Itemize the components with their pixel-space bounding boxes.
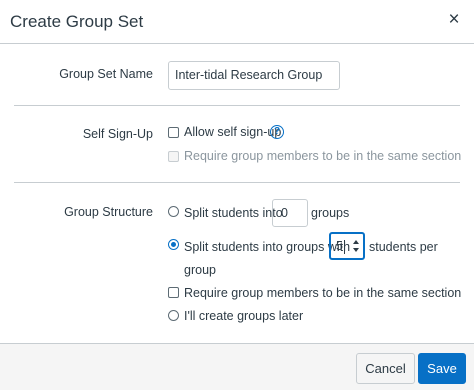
- group-count-value: 0: [281, 206, 288, 220]
- stepper-arrows[interactable]: [353, 238, 360, 254]
- create-later-radio[interactable]: [168, 310, 179, 321]
- groups-suffix-label: groups: [311, 206, 350, 220]
- group-size-stepper[interactable]: 5: [329, 232, 365, 260]
- cancel-button[interactable]: Cancel: [356, 353, 415, 384]
- group-set-name-label: Group Set Name: [59, 67, 153, 81]
- group-set-name-input[interactable]: Inter-tidal Research Group: [168, 61, 340, 90]
- close-icon[interactable]: ×: [447, 10, 461, 29]
- group-suffix-label: group: [184, 263, 216, 277]
- students-per-label: students per: [369, 240, 438, 254]
- allow-self-signup-label[interactable]: Allow self sign-up: [184, 125, 281, 139]
- create-later-label[interactable]: I'll create groups later: [184, 309, 303, 323]
- split-with-label: Split students into groups with: [184, 240, 351, 254]
- allow-self-signup-checkbox[interactable]: [168, 127, 179, 138]
- save-button[interactable]: Save: [418, 353, 466, 384]
- require-section-signup-checkbox: [168, 151, 179, 162]
- self-signup-label: Self Sign-Up: [82, 127, 153, 141]
- require-section-signup-label: Require group members to be in the same …: [184, 149, 462, 163]
- text-caret: [343, 239, 345, 254]
- chevron-down-icon[interactable]: [353, 248, 359, 252]
- divider: [14, 182, 460, 183]
- group-size-value: 5: [336, 239, 343, 253]
- chevron-up-icon[interactable]: [353, 240, 359, 244]
- divider: [14, 105, 460, 106]
- require-section-structure-checkbox[interactable]: [168, 287, 179, 298]
- help-circle-icon[interactable]: ?: [270, 125, 284, 139]
- group-count-input[interactable]: 0: [272, 199, 308, 227]
- require-section-structure-label[interactable]: Require group members to be in the same …: [184, 286, 461, 300]
- create-group-set-dialog: Create Group Set × Group Set Name Inter-…: [0, 0, 474, 390]
- dialog-header: Create Group Set ×: [0, 0, 474, 44]
- split-by-size-radio[interactable]: [168, 239, 179, 250]
- split-into-label: Split students into: [184, 206, 283, 220]
- group-structure-label: Group Structure: [64, 205, 153, 219]
- dialog-title: Create Group Set: [10, 12, 144, 31]
- split-into-groups-radio[interactable]: [168, 206, 179, 217]
